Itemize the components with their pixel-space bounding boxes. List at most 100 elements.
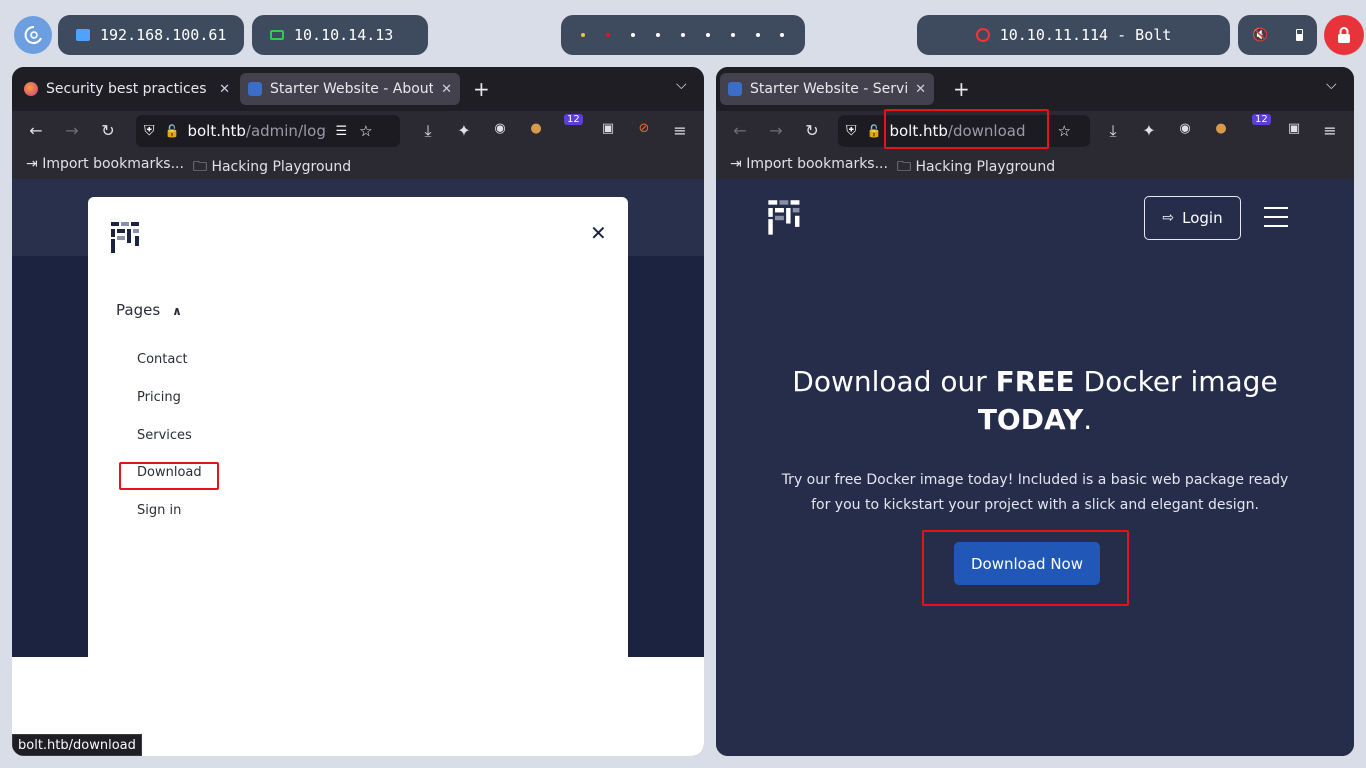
- vpn-ip: 10.10.14.13: [294, 26, 394, 44]
- bookmark-import[interactable]: ⇥ Import bookmarks...: [26, 156, 184, 172]
- chevron-down-icon[interactable]: ⌵: [676, 77, 687, 93]
- workspace-dot[interactable]: [606, 33, 611, 37]
- cookie-icon[interactable]: ●: [1211, 121, 1231, 136]
- url-text[interactable]: bolt.htb/admin/login: [187, 122, 327, 140]
- menu-item-sign-in[interactable]: Sign in: [137, 503, 181, 518]
- menu-item-services[interactable]: Services: [137, 428, 192, 443]
- insecure-lock-icon[interactable]: 🔓: [867, 124, 882, 138]
- tab-strip: Starter Website - Service ✕ + ⌵: [716, 67, 1354, 111]
- back-icon[interactable]: ←: [730, 121, 750, 140]
- extensions-icon[interactable]: ✦: [454, 121, 474, 140]
- battery-icon[interactable]: [1296, 29, 1304, 41]
- target-label: 10.10.11.114 - Bolt: [999, 26, 1172, 44]
- chevron-up-icon: ∧: [172, 304, 182, 318]
- workspace-dot[interactable]: [705, 33, 710, 37]
- brand-logo[interactable]: [768, 198, 802, 238]
- browser-window-right: Starter Website - Service ✕ + ⌵ ← → ↻ ⛨ …: [716, 67, 1354, 756]
- navigation-modal: ✕ Pages ∧ Contact Pricing Services Downlo…: [88, 197, 628, 742]
- top-panel: 192.168.100.61 10.10.14.13 10.10.11.114 …: [0, 0, 1366, 68]
- extension-glasses-icon[interactable]: ◉: [490, 121, 510, 136]
- shield-icon[interactable]: ⛨: [144, 123, 155, 139]
- bookmark-star-icon[interactable]: ☆: [359, 122, 372, 140]
- close-tab-icon[interactable]: ✕: [219, 82, 230, 97]
- reload-icon[interactable]: ↻: [802, 121, 822, 140]
- system-tray: 🔇: [1238, 15, 1317, 55]
- extension-glasses-icon[interactable]: ◉: [1175, 121, 1195, 136]
- insecure-lock-icon[interactable]: 🔓: [165, 124, 180, 138]
- workspace-dot[interactable]: [680, 33, 685, 37]
- pages-toggle[interactable]: Pages ∧: [116, 301, 182, 319]
- site-icon: [248, 82, 262, 96]
- firefox-icon: [24, 82, 38, 96]
- tab-starter-service[interactable]: Starter Website - Service ✕: [720, 73, 934, 105]
- shield-icon[interactable]: ⛨: [846, 123, 857, 139]
- highlight-box-download-button: [922, 530, 1129, 606]
- page-viewport-right: ⇨ Login Download our FREE Docker image TO…: [716, 179, 1354, 756]
- local-ip-widget[interactable]: 192.168.100.61: [58, 15, 244, 55]
- forward-icon[interactable]: →: [766, 121, 786, 140]
- bookmark-hacking-playground[interactable]: 🗀 Hacking Playground: [193, 156, 351, 180]
- url-bar[interactable]: ⛨ 🔓 bolt.htb/admin/login ☰ ☆: [136, 115, 400, 147]
- bookmark-star-icon[interactable]: ☆: [1057, 122, 1070, 140]
- chevron-down-icon[interactable]: ⌵: [1326, 77, 1337, 93]
- target-icon: [975, 28, 990, 42]
- workspace-switcher[interactable]: [561, 15, 805, 55]
- bookmarks-bar: ⇥ Import bookmarks... 🗀 Hacking Playgrou…: [716, 151, 1354, 179]
- tab-title: Security best practices |: [46, 81, 212, 97]
- workspace-dot[interactable]: [780, 33, 785, 37]
- workspace-dot[interactable]: [656, 33, 661, 37]
- workspace-dot[interactable]: [631, 33, 636, 37]
- tab-title: Starter Website - Service: [750, 81, 908, 97]
- new-tab-icon[interactable]: +: [953, 77, 970, 101]
- workspace-dot[interactable]: [581, 33, 586, 37]
- laptop-icon: [270, 30, 284, 40]
- bookmarks-bar: ⇥ Import bookmarks... 🗀 Hacking Playgrou…: [12, 151, 704, 179]
- menu-icon[interactable]: ≡: [670, 121, 690, 140]
- hamburger-menu-icon[interactable]: [1264, 207, 1288, 234]
- extension-face-icon[interactable]: ▣: [598, 121, 618, 136]
- login-button[interactable]: ⇨ Login: [1144, 196, 1241, 240]
- new-tab-icon[interactable]: +: [473, 77, 490, 101]
- extension-badge[interactable]: 12: [1252, 114, 1271, 125]
- workspace-dot[interactable]: [730, 33, 735, 37]
- network-icon: [76, 29, 90, 41]
- close-icon[interactable]: ✕: [590, 221, 607, 245]
- lock-icon[interactable]: [1324, 15, 1364, 55]
- menu-item-contact[interactable]: Contact: [137, 352, 188, 367]
- download-page: ⇨ Login Download our FREE Docker image TO…: [716, 179, 1354, 756]
- highlight-box-url: [884, 109, 1049, 149]
- browser-window-left: Security best practices | ✕ Starter Webs…: [12, 67, 704, 756]
- workspace-dot[interactable]: [755, 33, 760, 37]
- extension-block-icon[interactable]: ⊘: [634, 121, 654, 136]
- sign-in-icon: ⇨: [1162, 210, 1175, 226]
- link-status-tooltip: bolt.htb/download: [12, 734, 142, 756]
- tab-security[interactable]: Security best practices | ✕: [16, 73, 238, 105]
- bookmark-hacking-playground[interactable]: 🗀 Hacking Playground: [897, 156, 1055, 180]
- forward-icon[interactable]: →: [62, 121, 82, 140]
- back-icon[interactable]: ←: [26, 121, 46, 140]
- mute-icon[interactable]: 🔇: [1252, 28, 1268, 43]
- hero-description: Try our free Docker image today! Include…: [781, 472, 1289, 513]
- debian-menu-icon[interactable]: [14, 16, 52, 54]
- extension-badge[interactable]: 12: [564, 114, 583, 125]
- navigation-toolbar: ← → ↻ ⛨ 🔓 bolt.htb/admin/login ☰ ☆ ⤓ ✦ ◉…: [12, 111, 704, 151]
- tab-starter-about[interactable]: Starter Website - About ✕: [240, 73, 460, 105]
- target-widget[interactable]: 10.10.11.114 - Bolt: [917, 15, 1230, 55]
- downloads-icon[interactable]: ⤓: [418, 121, 438, 141]
- cookie-icon[interactable]: ●: [526, 121, 546, 136]
- close-tab-icon[interactable]: ✕: [441, 82, 452, 97]
- reload-icon[interactable]: ↻: [98, 121, 118, 140]
- site-icon: [728, 82, 742, 96]
- downloads-icon[interactable]: ⤓: [1103, 121, 1123, 141]
- hero-title: Download our FREE Docker image TODAY.: [792, 365, 1278, 436]
- close-tab-icon[interactable]: ✕: [915, 82, 926, 97]
- menu-icon[interactable]: ≡: [1320, 121, 1340, 140]
- extensions-icon[interactable]: ✦: [1139, 121, 1159, 140]
- bookmark-import[interactable]: ⇥ Import bookmarks...: [730, 156, 888, 172]
- highlight-box-download: [119, 462, 219, 490]
- brand-logo: [111, 222, 139, 253]
- reader-view-icon[interactable]: ☰: [335, 124, 347, 139]
- vpn-ip-widget[interactable]: 10.10.14.13: [252, 15, 428, 55]
- menu-item-pricing[interactable]: Pricing: [137, 390, 181, 405]
- extension-face-icon[interactable]: ▣: [1284, 121, 1304, 136]
